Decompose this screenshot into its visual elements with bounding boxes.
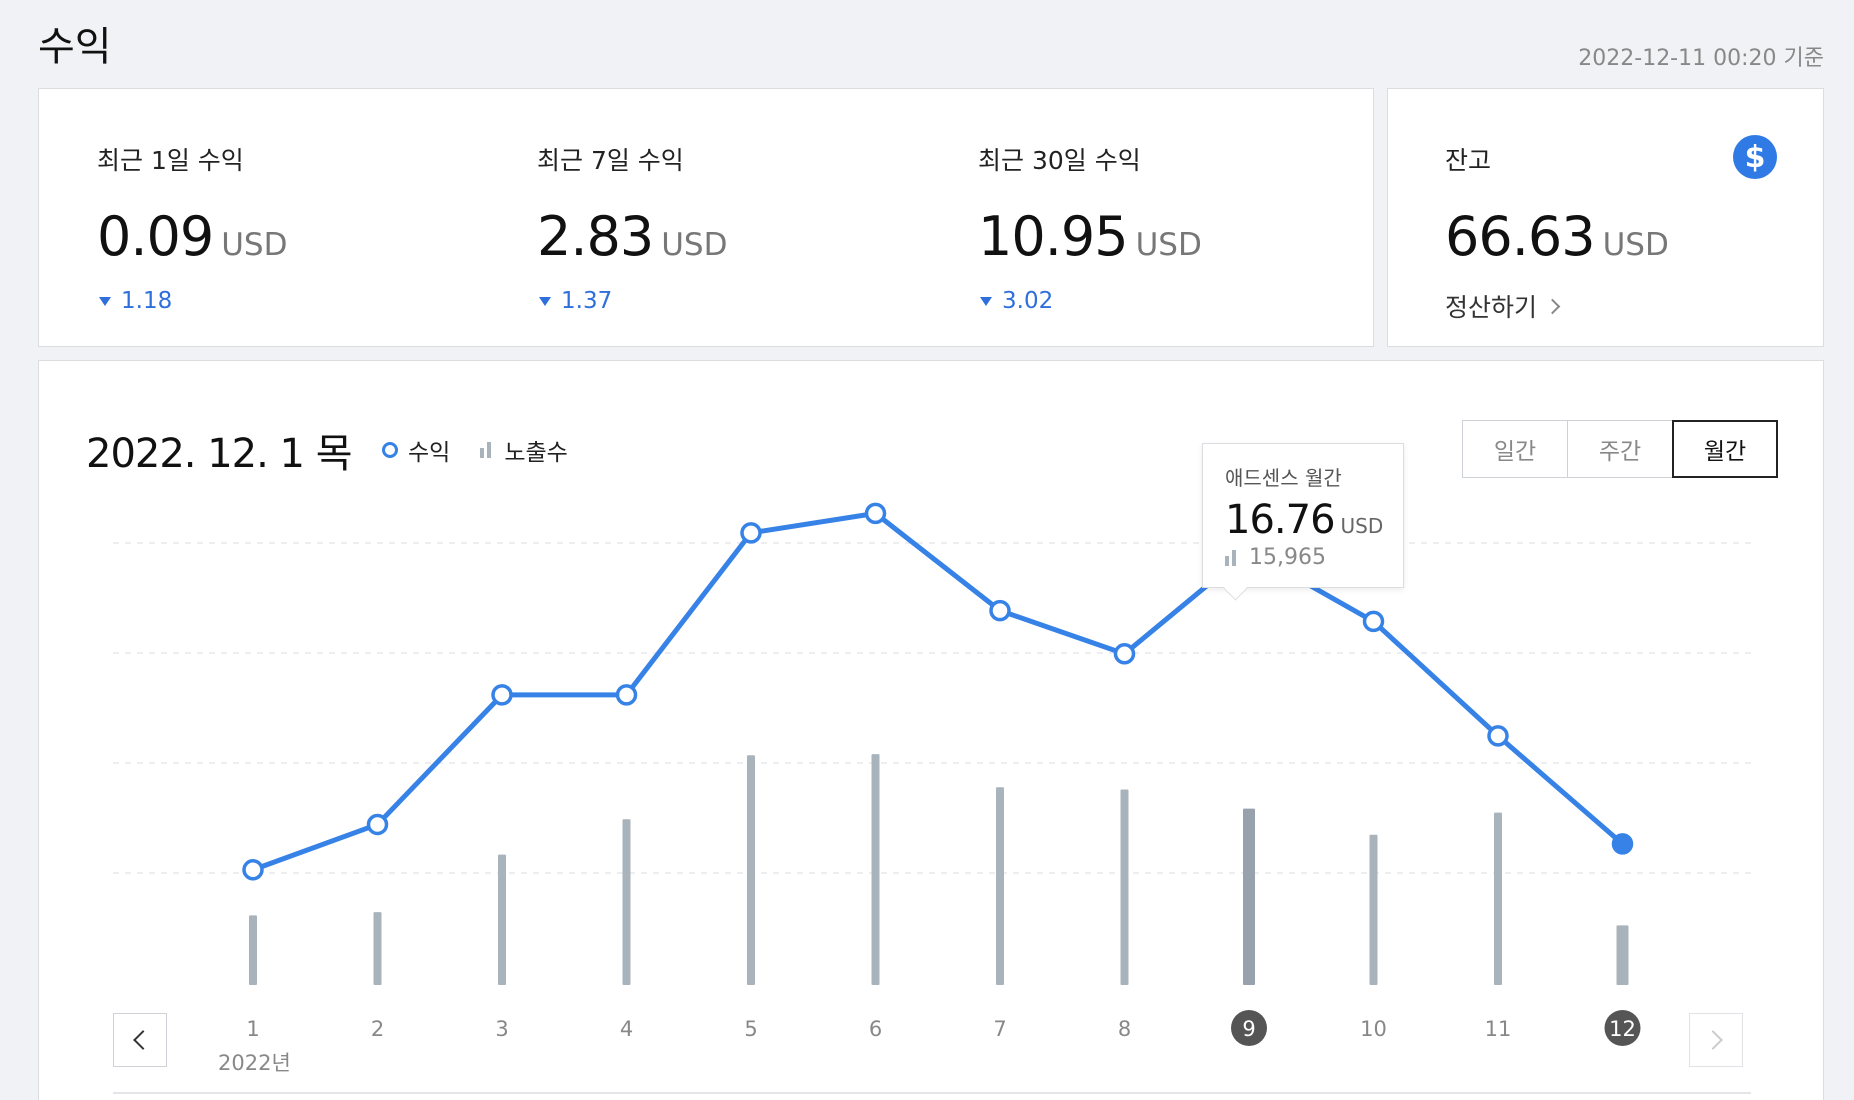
revenue-line bbox=[252, 510, 1625, 873]
dollar-icon: $ bbox=[1733, 135, 1777, 179]
stat-delta-value: 3.02 bbox=[1002, 288, 1054, 314]
balance-stat: 잔고 66.63 USD 정산하기 bbox=[1445, 141, 1669, 324]
impressions-bar bbox=[1494, 812, 1502, 985]
x-tick-label: 2 bbox=[371, 1017, 384, 1041]
as-of-timestamp: 2022-12-11 00:20 기준 bbox=[1578, 46, 1824, 71]
balance-label: 잔고 bbox=[1445, 146, 1492, 175]
page-title: 수익 bbox=[38, 24, 112, 70]
stat-value: 0.09 bbox=[97, 205, 214, 268]
impressions-bar bbox=[249, 915, 257, 985]
stat-unit: USD bbox=[221, 227, 288, 263]
impressions-bar bbox=[622, 819, 631, 985]
tooltip-unit: USD bbox=[1340, 514, 1384, 538]
impressions-bar bbox=[996, 787, 1004, 985]
tab-monthly[interactable]: 월간 bbox=[1672, 420, 1778, 478]
tooltip-value: 16.76 bbox=[1225, 497, 1336, 543]
stat-30day: 최근 30일 수익 10.95 USD 3.02 bbox=[978, 141, 1202, 314]
x-tick-label: 6 bbox=[869, 1017, 882, 1041]
balance-unit: USD bbox=[1602, 227, 1669, 263]
impressions-bar bbox=[871, 754, 880, 985]
revenue-point bbox=[1113, 643, 1136, 665]
down-arrow-icon bbox=[980, 296, 992, 306]
impressions-bar bbox=[747, 755, 755, 985]
stat-delta-value: 1.18 bbox=[121, 288, 173, 314]
settle-link[interactable]: 정산하기 bbox=[1445, 288, 1669, 324]
revenue-point bbox=[740, 522, 762, 544]
x-tick-label: 7 bbox=[993, 1017, 1006, 1041]
prev-period-button[interactable] bbox=[113, 1013, 167, 1067]
balance-value: 66.63 bbox=[1445, 205, 1596, 268]
stat-delta: 1.18 bbox=[97, 288, 287, 314]
tooltip-label: 애드센스 월간 bbox=[1225, 466, 1342, 490]
stat-unit: USD bbox=[661, 227, 728, 263]
impressions-bar bbox=[1120, 789, 1129, 985]
x-tick-label: 4 bbox=[620, 1017, 633, 1041]
x-tick-label: 8 bbox=[1118, 1017, 1131, 1041]
chart-tooltip: 애드센스 월간 16.76 USD 15,965 bbox=[1202, 443, 1404, 588]
stat-label: 최근 1일 수익 bbox=[97, 146, 244, 175]
revenue-point bbox=[615, 684, 638, 706]
chevron-right-icon bbox=[1544, 298, 1561, 314]
chevron-left-icon bbox=[133, 1030, 153, 1050]
impressions-bar bbox=[1369, 834, 1378, 985]
revenue-point bbox=[1611, 833, 1634, 855]
settle-label: 정산하기 bbox=[1445, 293, 1538, 322]
revenue-point bbox=[366, 813, 389, 836]
impressions-bar bbox=[373, 912, 382, 985]
stat-7day: 최근 7일 수익 2.83 USD 1.37 bbox=[537, 141, 727, 314]
down-arrow-icon bbox=[539, 296, 551, 306]
revenue-summary-card: 최근 1일 수익 0.09 USD 1.18 최근 7일 수익 2.83 USD… bbox=[38, 88, 1374, 347]
x-tick-label: 11 bbox=[1485, 1017, 1512, 1041]
chevron-right-icon bbox=[1703, 1030, 1723, 1050]
stat-delta: 3.02 bbox=[978, 288, 1202, 314]
revenue-point bbox=[989, 599, 1011, 622]
x-tick-label: 1 bbox=[246, 1017, 259, 1041]
x-tick-label: 10 bbox=[1360, 1017, 1387, 1041]
revenue-point bbox=[864, 502, 887, 525]
year-label: 2022년 bbox=[218, 1051, 291, 1075]
x-tick-label: 9 bbox=[1242, 1017, 1255, 1041]
stat-label: 최근 30일 수익 bbox=[978, 146, 1141, 175]
stat-value: 10.95 bbox=[978, 205, 1129, 268]
revenue-point bbox=[242, 859, 264, 881]
x-tick-label: 5 bbox=[744, 1017, 757, 1041]
tooltip-impressions: 15,965 bbox=[1225, 545, 1403, 570]
impressions-bar bbox=[1616, 925, 1629, 985]
impressions-bar bbox=[498, 854, 506, 985]
revenue-chart-card: 2022. 12. 1 목 수익 노출수 일간 주간 월간 1234567891… bbox=[38, 360, 1824, 1100]
balance-card: 잔고 66.63 USD 정산하기 $ bbox=[1387, 88, 1824, 347]
revenue-chart: 1 2 3 4 5 6 7 8 9 10 11 12 bbox=[113, 502, 1751, 1094]
revenue-point bbox=[1487, 725, 1509, 747]
stat-delta: 1.37 bbox=[537, 288, 727, 314]
stat-delta-value: 1.37 bbox=[561, 288, 613, 314]
stat-value: 2.83 bbox=[537, 205, 654, 268]
revenue-point bbox=[491, 684, 513, 706]
bar-chart-icon bbox=[1225, 549, 1239, 566]
x-tick-label: 12 bbox=[1609, 1017, 1636, 1041]
stat-1day: 최근 1일 수익 0.09 USD 1.18 bbox=[97, 141, 287, 314]
down-arrow-icon bbox=[99, 296, 111, 306]
stat-label: 최근 7일 수익 bbox=[537, 146, 684, 175]
stat-unit: USD bbox=[1135, 227, 1202, 263]
tooltip-impressions-value: 15,965 bbox=[1249, 545, 1326, 570]
impressions-bar bbox=[1243, 808, 1255, 985]
next-period-button[interactable] bbox=[1689, 1013, 1743, 1067]
revenue-point bbox=[1362, 610, 1385, 633]
x-tick-label: 3 bbox=[495, 1017, 508, 1041]
